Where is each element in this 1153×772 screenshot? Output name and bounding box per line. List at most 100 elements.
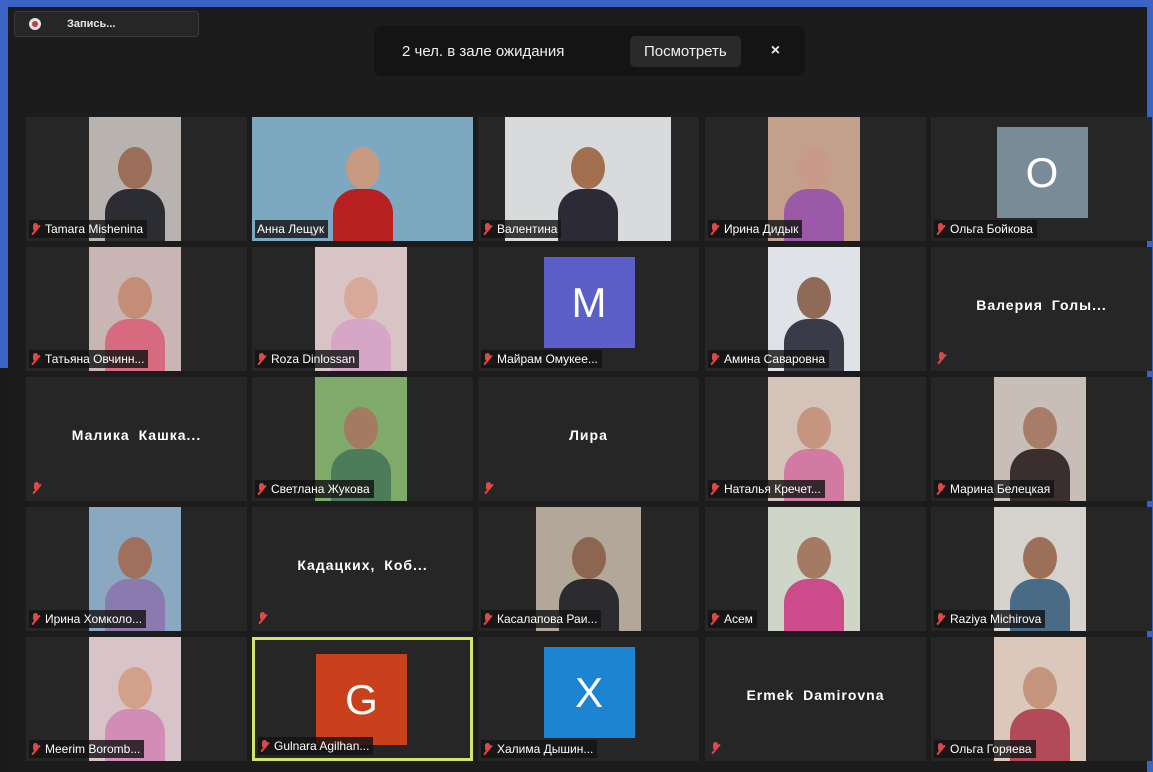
participant-name-label: Gulnara Agilhan...	[258, 737, 374, 755]
participant-face	[118, 147, 152, 189]
muted-mic-icon	[936, 482, 946, 496]
participant-name-label: Светлана Жукова	[255, 480, 374, 498]
participant-face	[1023, 537, 1057, 579]
participant-face	[344, 277, 378, 319]
participant-tile[interactable]: Ольга Горяева	[931, 637, 1152, 761]
participant-tile[interactable]: G Gulnara Agilhan...	[252, 637, 473, 761]
participant-tile[interactable]: Кадацких, Коб...	[252, 507, 473, 631]
participant-name: Ирина Дидык	[724, 222, 799, 236]
participant-avatar: O	[996, 127, 1088, 218]
participant-avatar: G	[316, 654, 407, 745]
view-waiting-room-button[interactable]: Посмотреть	[630, 35, 741, 67]
participant-face	[571, 537, 606, 579]
participant-name-label: Ольга Бойкова	[934, 220, 1037, 238]
participant-tile[interactable]: Анна Лещук	[252, 117, 473, 241]
participant-tile[interactable]: Татьяна Овчинн...	[26, 247, 247, 371]
participant-name-label: Ирина Хомколо...	[29, 610, 147, 628]
participant-name-label: Марина Белецкая	[934, 480, 1055, 498]
participant-tile[interactable]: Meerim Boromb...	[26, 637, 247, 761]
muted-mic-icon	[258, 612, 268, 625]
participant-name-label: Татьяна Овчинн...	[29, 350, 149, 368]
recording-label: Запись...	[67, 18, 116, 30]
participant-name: Татьяна Овчинн...	[45, 352, 145, 366]
muted-mic-icon	[484, 482, 494, 495]
participant-name: Амина Саваровна	[724, 352, 826, 366]
muted-mic-icon	[483, 612, 493, 626]
participant-tile[interactable]: X Халима Дышин...	[478, 637, 699, 761]
muted-mic-icon	[260, 739, 270, 753]
window-frame-top	[0, 0, 1153, 7]
participant-name: Raziya Michirova	[950, 612, 1042, 626]
participant-face	[797, 407, 831, 449]
participant-tile[interactable]: Валентина	[478, 117, 699, 241]
participant-name: Марина Белецкая	[950, 482, 1051, 496]
participant-name-label: Tamara Mishenina	[29, 220, 148, 238]
muted-mic-icon	[483, 352, 493, 366]
participant-tile[interactable]: Малика Кашка...	[26, 377, 247, 501]
participant-name: Наталья Кречет...	[724, 482, 821, 496]
participant-face	[797, 537, 831, 579]
participant-name-center: Ermek Damirovna	[746, 687, 885, 703]
participant-name-label: Майрам Омукее...	[481, 350, 602, 368]
record-icon	[29, 18, 41, 30]
participant-tile[interactable]: Амина Саваровна	[705, 247, 926, 371]
participant-name: Светлана Жукова	[271, 482, 370, 496]
muted-mic-icon	[257, 482, 267, 496]
participant-face	[1023, 407, 1057, 449]
muted-mic-icon	[710, 222, 720, 236]
muted-mic-icon	[257, 352, 267, 366]
participant-tile[interactable]: Лира	[478, 377, 699, 501]
participant-name: Ирина Хомколо...	[45, 612, 143, 626]
participant-tile[interactable]: Касалапова Раи...	[478, 507, 699, 631]
participant-tile[interactable]: Raziya Michirova	[931, 507, 1152, 631]
participant-face	[571, 147, 605, 189]
participant-name-label: Meerim Boromb...	[29, 740, 145, 758]
participant-avatar: X	[543, 647, 635, 738]
participant-name-label: Roza Dinlossan	[255, 350, 360, 368]
participant-face	[118, 277, 152, 319]
muted-mic-icon	[31, 222, 41, 236]
close-icon[interactable]: ×	[771, 42, 780, 60]
participant-face	[344, 407, 378, 449]
muted-mic-icon	[936, 222, 946, 236]
participant-tile[interactable]: Ирина Дидык	[705, 117, 926, 241]
participant-avatar: M	[543, 257, 635, 348]
muted-mic-icon	[710, 482, 720, 496]
muted-mic-icon	[483, 222, 493, 236]
participant-tile[interactable]: Tamara Mishenina	[26, 117, 247, 241]
participant-tile[interactable]: Наталья Кречет...	[705, 377, 926, 501]
participant-name: Ольга Бойкова	[950, 222, 1033, 236]
participant-tile[interactable]: Валерия Голы...	[931, 247, 1152, 371]
participant-tile[interactable]: Марина Белецкая	[931, 377, 1152, 501]
participant-name: Касалапова Раи...	[497, 612, 598, 626]
participant-name-label: Халима Дышин...	[481, 740, 598, 758]
participant-name: Ольга Горяева	[950, 742, 1032, 756]
participant-name: Анна Лещук	[257, 222, 325, 236]
participant-face	[797, 277, 831, 319]
participant-tile[interactable]: Асем	[705, 507, 926, 631]
participant-tile[interactable]: M Майрам Омукее...	[478, 247, 699, 371]
participant-name: Meerim Boromb...	[45, 742, 141, 756]
participant-tile[interactable]: Светлана Жукова	[252, 377, 473, 501]
recording-indicator[interactable]: Запись...	[14, 11, 199, 37]
participant-tile[interactable]: Roza Dinlossan	[252, 247, 473, 371]
participant-tile[interactable]: O Ольга Бойкова	[931, 117, 1152, 241]
participant-name: Tamara Mishenina	[45, 222, 144, 236]
participant-name-label: Ирина Дидык	[708, 220, 803, 238]
participant-silhouette	[332, 189, 393, 241]
participant-name: Майрам Омукее...	[497, 352, 598, 366]
muted-mic-icon	[936, 742, 946, 756]
muted-mic-icon	[936, 612, 946, 626]
participant-face	[118, 667, 152, 709]
participant-name-label: Анна Лещук	[255, 220, 329, 238]
participant-name-center: Малика Кашка...	[71, 427, 202, 443]
muted-mic-icon	[710, 612, 720, 626]
participant-name: Асем	[724, 612, 753, 626]
participant-tile[interactable]: Ирина Хомколо...	[26, 507, 247, 631]
participant-tile[interactable]: Ermek Damirovna	[705, 637, 926, 761]
participant-name-label: Наталья Кречет...	[708, 480, 825, 498]
muted-mic-icon	[483, 742, 493, 756]
participant-name-label: Валентина	[481, 220, 562, 238]
participant-name-label: Ольга Горяева	[934, 740, 1036, 758]
participant-name-label: Амина Саваровна	[708, 350, 830, 368]
